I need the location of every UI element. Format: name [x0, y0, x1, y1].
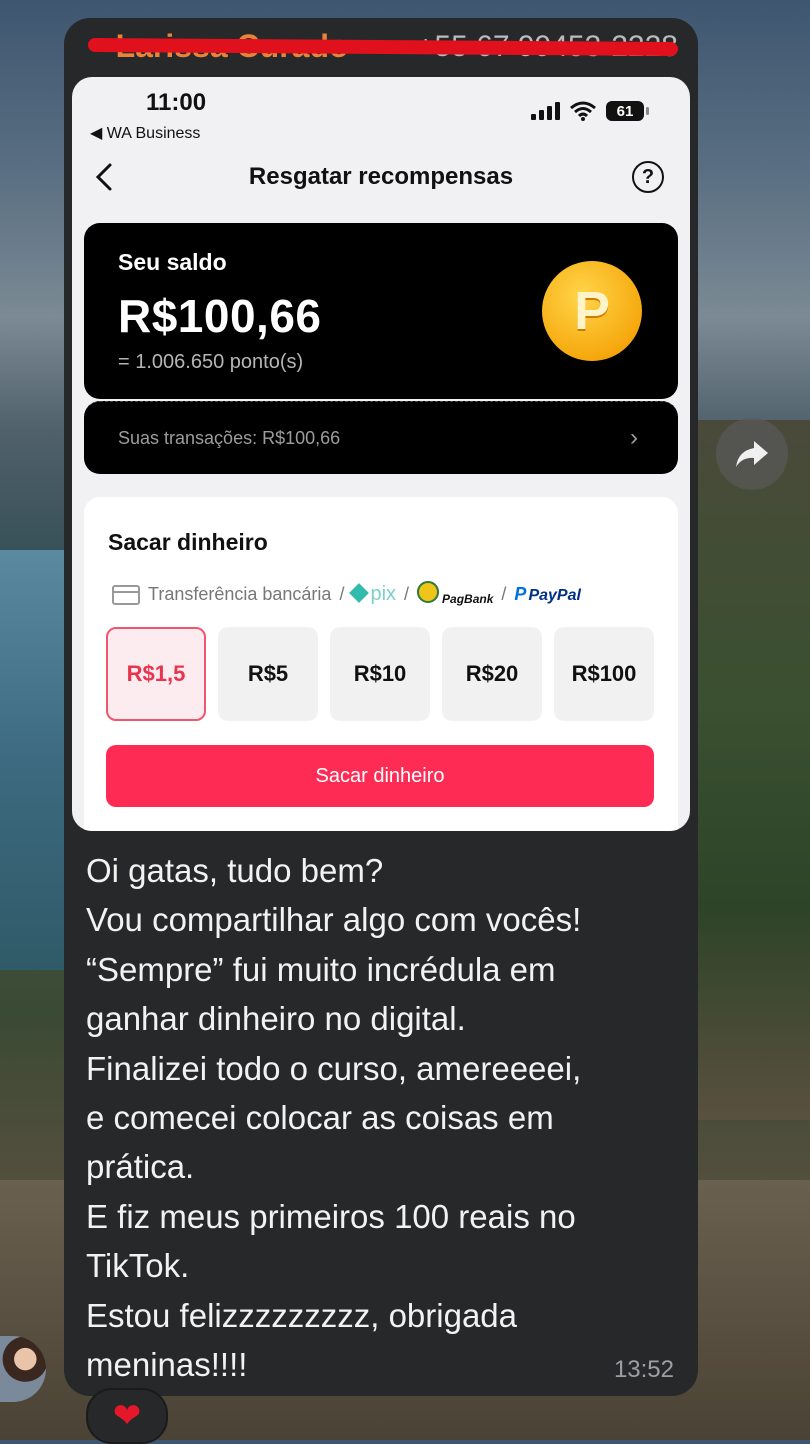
amount-option: R$1,5 [106, 627, 206, 721]
method-separator: / [339, 584, 345, 604]
forward-button[interactable] [716, 418, 788, 490]
balance-value: R$100,66 [118, 290, 322, 342]
background-hill [690, 420, 810, 1120]
pagbank-icon [417, 581, 440, 603]
status-time: 11:00 [146, 89, 207, 116]
heart-reaction[interactable]: ❤ [86, 1388, 168, 1444]
balance-card: Seu saldo R$100,66 = 1.006.650 ponto(s) … [84, 223, 678, 399]
coin-letter: P [573, 281, 611, 341]
transactions-label: Suas transações: R$100,66 [118, 428, 341, 448]
pix-icon [349, 583, 370, 603]
message-text: Oi gatas, tudo bem? Vou compartilhar alg… [86, 846, 686, 1389]
message-line: TikTok. [86, 1247, 190, 1285]
pix-logo: pix [349, 583, 396, 606]
coin-icon: P [542, 261, 642, 361]
amount-option: R$10 [330, 627, 430, 721]
amount-option: R$5 [218, 627, 318, 721]
message-line: meninas!!!! [86, 1346, 248, 1384]
message-line: Oi gatas, tudo bem? [86, 852, 384, 889]
method-separator: / [404, 584, 410, 604]
message-line: e comecei colocar as coisas em [86, 1099, 554, 1137]
amount-options: R$1,5 R$5 R$10 R$20 R$100 [106, 627, 654, 721]
chevron-right-icon: › [630, 424, 638, 451]
method-separator: / [501, 584, 507, 604]
forward-arrow-icon [736, 441, 768, 467]
bank-card-icon [112, 584, 140, 605]
withdraw-title: Sacar dinheiro [108, 529, 268, 555]
amount-option: R$100 [554, 627, 654, 721]
message-line: Vou compartilhar algo com vocês! [86, 901, 582, 939]
message-line: Estou felizzzzzzzzz, obrigada [86, 1296, 518, 1334]
status-icons: 61 [531, 101, 649, 121]
payment-methods: Transferência bancária / pix / PagBank /… [112, 581, 581, 608]
amount-option: R$20 [442, 627, 542, 721]
wifi-icon [570, 101, 596, 121]
signal-icon [531, 102, 560, 120]
battery-icon: 61 [606, 101, 649, 121]
message-line: “Sempre” fui muito incrédula em [86, 950, 556, 988]
transactions-row: Suas transações: R$100,66 › [84, 401, 678, 474]
message-line: ganhar dinheiro no digital. [86, 1000, 466, 1038]
balance-points: = 1.006.650 ponto(s) [118, 351, 304, 373]
withdraw-card: Sacar dinheiro Transferência bancária / … [84, 497, 678, 831]
help-icon: ? [632, 161, 664, 193]
shared-screenshot[interactable]: 11:00 ◀ WA Business 61 Resgatar recompen… [72, 77, 690, 831]
pagbank-logo: PagBank [417, 581, 493, 608]
paypal-logo: P PayPal [514, 584, 581, 604]
page-title: Resgatar recompensas [248, 163, 514, 190]
withdraw-button: Sacar dinheiro [106, 745, 654, 807]
method-bank-transfer: Transferência bancária [148, 584, 332, 604]
message-timestamp: 13:52 [613, 1356, 674, 1383]
message-line: prática. [86, 1148, 195, 1186]
status-back-to-app: ◀ WA Business [90, 125, 201, 142]
message-line: Finalizei todo o curso, amereeeei, [86, 1049, 582, 1087]
message-line: E fiz meus primeiros 100 reais no [86, 1197, 576, 1235]
balance-label: Seu saldo [118, 249, 227, 275]
